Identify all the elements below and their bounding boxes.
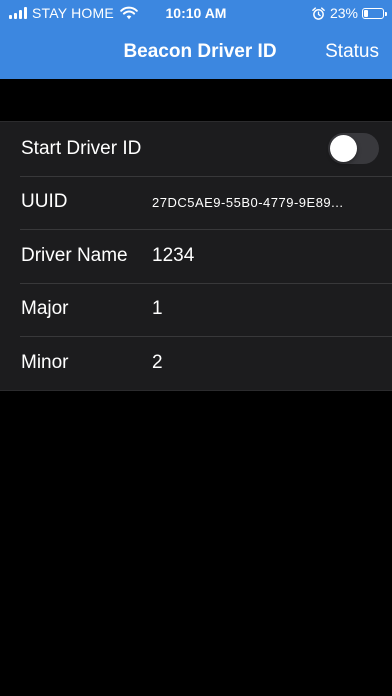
alarm-icon [312,6,325,20]
status-button[interactable]: Status [325,41,379,63]
driver-name-label: Driver Name [21,244,128,266]
driver-name-field[interactable]: 1234 [152,245,194,267]
start-driver-id-toggle[interactable] [328,133,379,165]
minor-field[interactable]: 2 [152,352,163,374]
status-bar: STAY HOME 10:10 AM 23% [0,0,392,26]
uuid-value[interactable]: 27DC5AE9-55B0-4779-9E89... [152,195,344,210]
row-driver-name[interactable]: Driver Name 1234 [0,229,392,283]
row-start-driver-id: Start Driver ID [0,122,392,176]
battery-level [364,9,368,17]
page-title: Beacon Driver ID [123,41,277,62]
start-driver-id-label: Start Driver ID [21,137,142,159]
major-field[interactable]: 1 [152,298,163,320]
row-major[interactable]: Major 1 [0,282,392,337]
minor-label: Minor [21,351,69,373]
settings-list: Start Driver ID UUID 27DC5AE9-55B0-4779-… [0,121,392,391]
battery-percent: 23% [329,5,358,21]
toggle-knob [330,135,357,163]
battery-icon [362,7,387,19]
navigation-header: STAY HOME 10:10 AM 23% Beacon Driver ID … [0,0,392,79]
row-uuid[interactable]: UUID 27DC5AE9-55B0-4779-9E89... [0,175,392,230]
major-label: Major [21,298,69,320]
uuid-label: UUID [21,191,68,213]
row-minor[interactable]: Minor 2 [0,336,392,390]
status-right: 23% [312,4,387,22]
